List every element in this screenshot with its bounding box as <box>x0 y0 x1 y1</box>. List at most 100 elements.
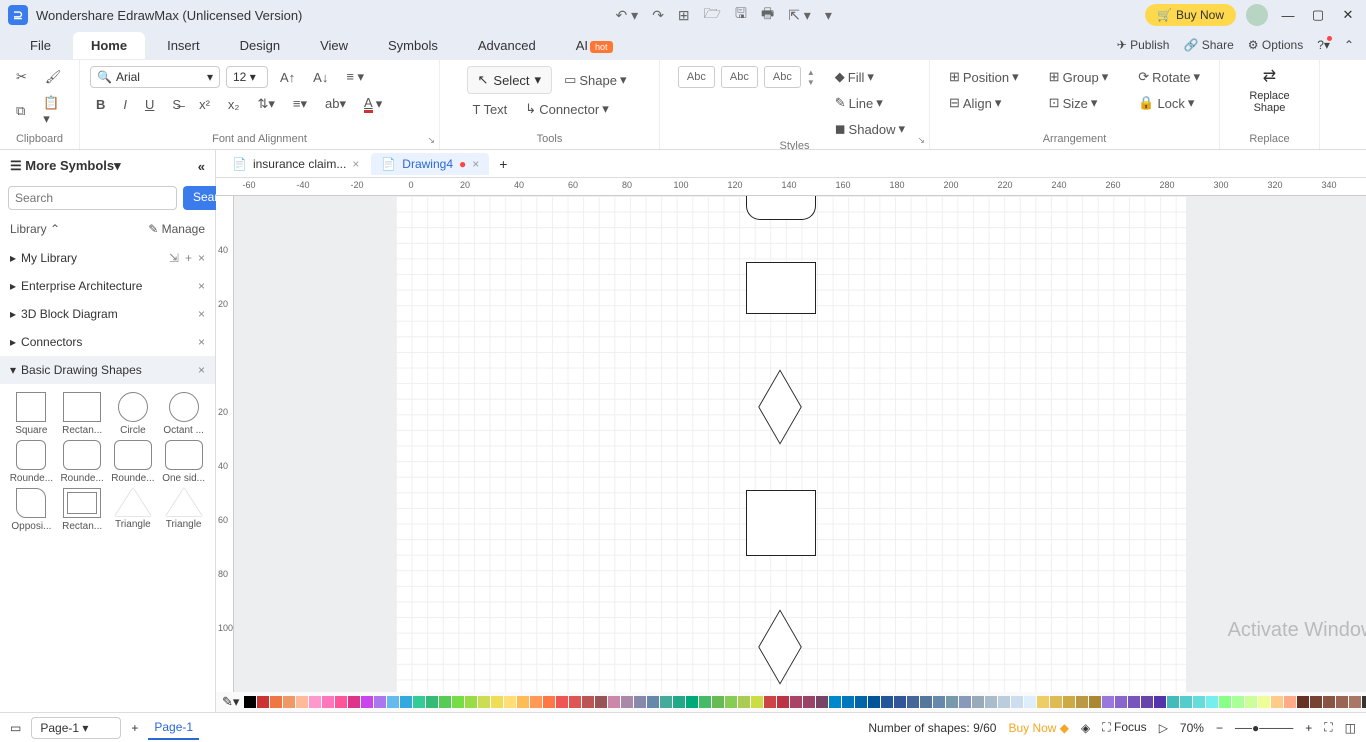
font-color-icon[interactable]: A▾ <box>358 92 388 116</box>
color-swatch[interactable] <box>335 696 347 708</box>
color-swatch[interactable] <box>933 696 945 708</box>
color-swatch[interactable] <box>387 696 399 708</box>
style-preset-3[interactable]: Abc <box>764 66 801 88</box>
color-swatch[interactable] <box>725 696 737 708</box>
color-swatch[interactable] <box>894 696 906 708</box>
focus-button[interactable]: ⛶ Focus <box>1102 720 1146 735</box>
canvas-page[interactable] <box>396 196 1186 692</box>
connector-tool[interactable]: ↳ Connector ▾ <box>519 98 614 120</box>
color-swatch[interactable] <box>842 696 854 708</box>
add-page-button[interactable]: + <box>131 721 138 735</box>
options-button[interactable]: ⚙ Options <box>1248 38 1303 52</box>
color-swatch[interactable] <box>621 696 633 708</box>
color-swatch[interactable] <box>452 696 464 708</box>
buy-now-bottom[interactable]: Buy Now ◆ <box>1008 721 1069 735</box>
shape-swatch[interactable]: Rounde... <box>8 440 55 484</box>
color-swatch[interactable] <box>569 696 581 708</box>
shape-swatch[interactable]: Opposi... <box>8 488 55 532</box>
color-swatch[interactable] <box>582 696 594 708</box>
color-swatch[interactable] <box>673 696 685 708</box>
color-swatch[interactable] <box>543 696 555 708</box>
color-swatch[interactable] <box>647 696 659 708</box>
page-tab[interactable]: Page-1 <box>148 716 199 740</box>
maximize-button[interactable]: ▢ <box>1308 7 1328 23</box>
tab-file[interactable]: File <box>12 32 69 59</box>
collapse-ribbon-icon[interactable]: ⌃ <box>1344 38 1354 52</box>
shape-swatch[interactable]: One sid... <box>160 440 207 484</box>
italic-button[interactable]: I <box>117 94 133 115</box>
more-symbols-button[interactable]: ☰ More Symbols▾ <box>10 158 121 174</box>
color-swatch[interactable] <box>400 696 412 708</box>
strike-button[interactable]: S̶ <box>166 94 187 115</box>
shape-swatch[interactable]: Rectan... <box>59 392 106 436</box>
color-swatch[interactable] <box>1063 696 1075 708</box>
buy-now-button[interactable]: 🛒 Buy Now <box>1145 4 1236 26</box>
color-swatch[interactable] <box>595 696 607 708</box>
layers-icon[interactable]: ◈ <box>1081 721 1090 735</box>
color-swatch[interactable] <box>1011 696 1023 708</box>
color-swatch[interactable] <box>699 696 711 708</box>
ruler-horizontal[interactable]: -60-40-200204060801001201401601802002202… <box>216 178 1366 196</box>
color-swatch[interactable] <box>1206 696 1218 708</box>
rotate-button[interactable]: ⟳ Rotate▾ <box>1132 66 1206 88</box>
close-lib-icon[interactable]: × <box>198 363 205 377</box>
size-button[interactable]: ⊡ Size▾ <box>1043 92 1115 114</box>
color-swatch[interactable] <box>1076 696 1088 708</box>
replace-shape-icon[interactable]: ⇄ <box>1263 66 1276 86</box>
color-swatch[interactable] <box>1258 696 1270 708</box>
paste-icon[interactable]: 📋▾ <box>37 92 69 130</box>
color-swatch[interactable] <box>270 696 282 708</box>
shape-tool[interactable]: ▭ Shape ▾ <box>558 69 632 91</box>
color-swatch[interactable] <box>1180 696 1192 708</box>
color-swatch[interactable] <box>790 696 802 708</box>
sidebar-item-3dblock[interactable]: ▸ 3D Block Diagram × <box>0 300 215 328</box>
avatar[interactable] <box>1246 4 1268 26</box>
color-swatch[interactable] <box>1245 696 1257 708</box>
export-icon[interactable]: ⇱ ▾ <box>788 7 811 24</box>
tab-advanced[interactable]: Advanced <box>460 32 554 59</box>
highlight-icon[interactable]: ab▾ <box>319 93 352 115</box>
sidebar-item-basicshapes[interactable]: ▾ Basic Drawing Shapes × <box>0 356 215 384</box>
color-swatch[interactable] <box>439 696 451 708</box>
group-button[interactable]: ⊞ Group▾ <box>1043 66 1115 88</box>
present-icon[interactable]: ▷ <box>1159 721 1168 735</box>
font-size-select[interactable]: 12 ▾ <box>226 66 268 88</box>
color-swatch[interactable] <box>556 696 568 708</box>
close-button[interactable]: ✕ <box>1338 7 1358 23</box>
color-swatch[interactable] <box>881 696 893 708</box>
color-swatch[interactable] <box>920 696 932 708</box>
color-swatch[interactable] <box>777 696 789 708</box>
doc-tab-1[interactable]: 📄 insurance claim... × <box>222 153 369 175</box>
color-swatch[interactable] <box>1050 696 1062 708</box>
shape-swatch[interactable]: Square <box>8 392 55 436</box>
list-icon[interactable]: ≡▾ <box>287 93 313 115</box>
color-swatch[interactable] <box>1323 696 1335 708</box>
close-tab-icon[interactable]: × <box>472 157 479 171</box>
color-swatch[interactable] <box>803 696 815 708</box>
position-button[interactable]: ⊞ Position▾ <box>943 66 1025 88</box>
color-swatch[interactable] <box>829 696 841 708</box>
fit-page-icon[interactable]: ⛶ <box>1324 720 1332 735</box>
help-button[interactable]: ?▾ <box>1317 38 1330 52</box>
color-swatch[interactable] <box>413 696 425 708</box>
page-dropdown[interactable]: Page-1 ▾ <box>31 717 121 739</box>
tab-home[interactable]: Home <box>73 32 145 59</box>
print-icon[interactable]: 🖶 <box>761 3 774 27</box>
color-swatch[interactable] <box>764 696 776 708</box>
color-swatch[interactable] <box>348 696 360 708</box>
zoom-out-button[interactable]: − <box>1216 721 1223 735</box>
color-swatch[interactable] <box>491 696 503 708</box>
panels-icon[interactable]: ◫ <box>1345 721 1356 735</box>
doc-tab-2[interactable]: 📄 Drawing4 ● × <box>371 153 489 175</box>
canvas-viewport[interactable]: 402020406080100 Activate Windows 💬 <box>216 196 1366 692</box>
shape-swatch[interactable]: Octant ... <box>160 392 207 436</box>
color-swatch[interactable] <box>465 696 477 708</box>
color-swatch[interactable] <box>1102 696 1114 708</box>
color-swatch[interactable] <box>1219 696 1231 708</box>
redo-icon[interactable]: ↷ <box>652 7 664 24</box>
color-swatch[interactable] <box>751 696 763 708</box>
font-dialog-launcher[interactable]: ↘ <box>427 135 435 146</box>
more-icon[interactable]: ▾ <box>825 7 832 24</box>
color-swatch[interactable] <box>374 696 386 708</box>
close-lib-icon[interactable]: × <box>198 307 205 321</box>
